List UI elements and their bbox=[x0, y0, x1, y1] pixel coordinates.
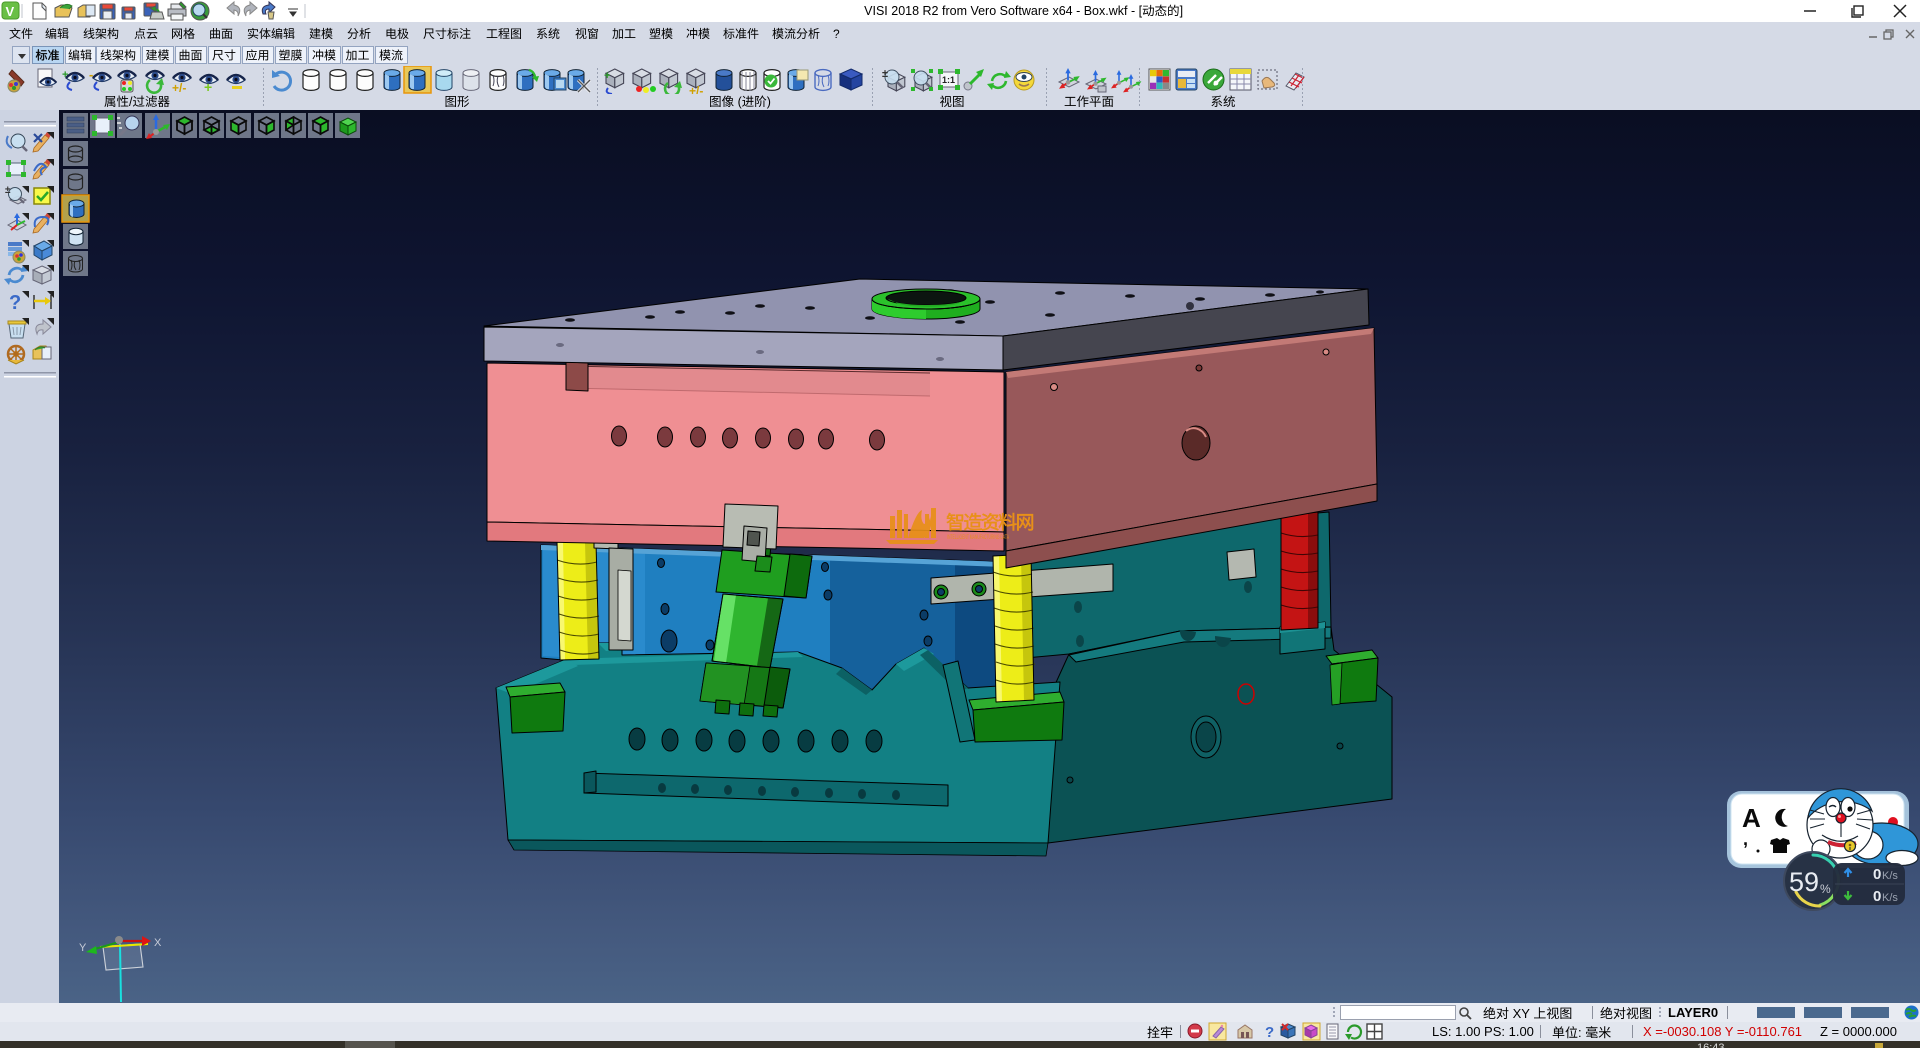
svg-text:0: 0 bbox=[1873, 866, 1881, 883]
svg-text:X: X bbox=[154, 937, 162, 949]
svg-text:+: + bbox=[62, 69, 68, 81]
svg-text:+/-: +/- bbox=[689, 84, 703, 94]
svg-text:V: V bbox=[6, 4, 15, 19]
svg-text:INTELLIGENT MANUFACTURING DATA: INTELLIGENT MANUFACTURING DATA bbox=[947, 534, 1009, 541]
svg-text:0: 0 bbox=[1873, 888, 1881, 905]
svg-text:±: ± bbox=[5, 185, 11, 196]
svg-text:+: + bbox=[604, 70, 610, 82]
svg-text:K/s: K/s bbox=[1882, 892, 1898, 904]
svg-text:Y: Y bbox=[79, 942, 87, 954]
svg-text:59: 59 bbox=[1789, 867, 1819, 897]
svg-text:,: , bbox=[1743, 829, 1748, 849]
svg-text:+: + bbox=[204, 79, 212, 94]
svg-text:K/s: K/s bbox=[1882, 870, 1898, 882]
svg-text:±: ± bbox=[882, 68, 888, 80]
svg-text:%: % bbox=[1820, 882, 1831, 896]
svg-text:-: - bbox=[89, 67, 93, 82]
svg-text:1:1: 1:1 bbox=[942, 75, 955, 85]
svg-text:?: ? bbox=[9, 292, 21, 314]
svg-text:?: ? bbox=[1265, 1024, 1274, 1041]
svg-text:+/-: +/- bbox=[172, 81, 186, 94]
